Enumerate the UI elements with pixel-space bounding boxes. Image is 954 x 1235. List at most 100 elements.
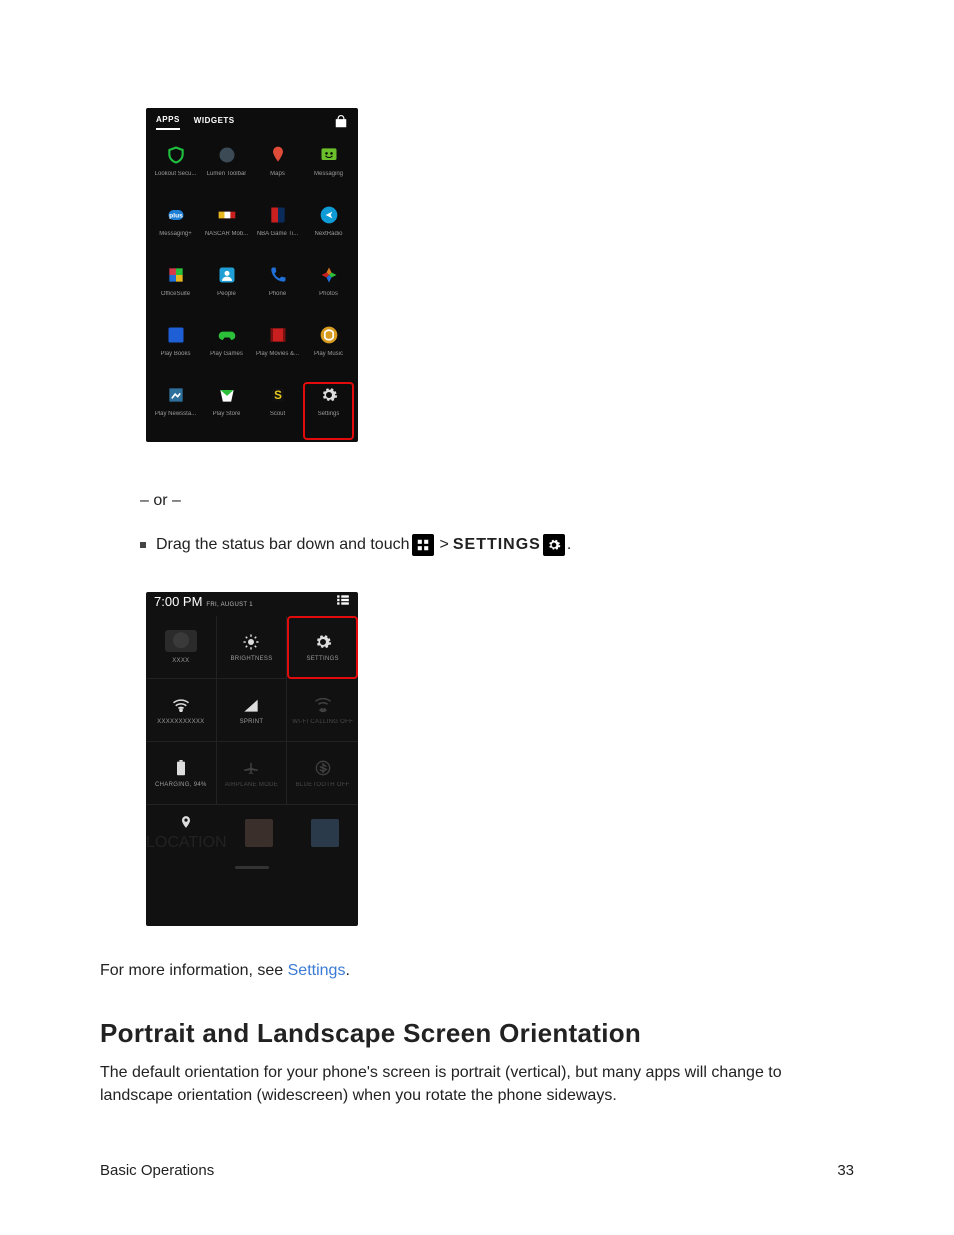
apps-screenshot: APPS WIDGETS Lookout Secu... Lumen Toolba… bbox=[146, 108, 358, 442]
settings-link[interactable]: Settings bbox=[288, 962, 346, 979]
smile-icon bbox=[316, 142, 342, 168]
qs-tile-wi-fi-calling-off[interactable]: WI-FI CALLING OFF bbox=[287, 679, 358, 742]
app-nba-game-ti[interactable]: NBA Game Ti... bbox=[252, 202, 303, 260]
qs-tile-brightness[interactable]: BRIGHTNESS bbox=[217, 616, 288, 679]
app-label: Play Store bbox=[213, 411, 241, 417]
app-lumen-toolbar[interactable]: Lumen Toolbar bbox=[201, 142, 252, 200]
app-label: People bbox=[217, 291, 236, 297]
app-play-newssta[interactable]: Play Newssta... bbox=[150, 382, 201, 440]
qs-label: LOCATION bbox=[146, 834, 227, 852]
qs-tile-charging-94[interactable]: CHARGING, 94% bbox=[146, 742, 217, 805]
app-play-books[interactable]: Play Books bbox=[150, 322, 201, 380]
qs-label: BRIGHTNESS bbox=[230, 656, 272, 662]
qs-label: SPRINT bbox=[240, 719, 264, 725]
qs-label: XXXX bbox=[172, 658, 189, 664]
section-heading: Portrait and Landscape Screen Orientatio… bbox=[100, 1018, 854, 1049]
app-messaging[interactable]: Messaging bbox=[303, 142, 354, 200]
office-icon bbox=[163, 262, 189, 288]
app-play-music[interactable]: Play Music bbox=[303, 322, 354, 380]
app-play-games[interactable]: Play Games bbox=[201, 322, 252, 380]
quick-settings-icon bbox=[412, 534, 434, 556]
app-label: NextRadio bbox=[314, 231, 342, 237]
app-photos[interactable]: Photos bbox=[303, 262, 354, 320]
globe-icon bbox=[214, 142, 240, 168]
app-messaging[interactable]: plus Messaging+ bbox=[150, 202, 201, 260]
instruction-line: Drag the status bar down and touch > SET… bbox=[140, 534, 854, 556]
photos-icon bbox=[316, 262, 342, 288]
app-phone[interactable]: Phone bbox=[252, 262, 303, 320]
app-label: Play Music bbox=[314, 351, 343, 357]
qs-tile-xxxx[interactable]: XXXX bbox=[146, 616, 217, 679]
app-label: Messaging+ bbox=[159, 231, 192, 237]
games-icon bbox=[214, 322, 240, 348]
tab-apps[interactable]: APPS bbox=[156, 115, 180, 130]
qs-tile-airplane-mode[interactable]: AIRPLANE MODE bbox=[217, 742, 288, 805]
location-icon bbox=[179, 814, 193, 830]
qs-label: CHARGING, 94% bbox=[155, 782, 207, 788]
qs-label: SETTINGS bbox=[306, 656, 338, 662]
app-label: Maps bbox=[270, 171, 285, 177]
store-icon bbox=[214, 382, 240, 408]
app-settings[interactable]: Settings bbox=[303, 382, 354, 440]
apps-header: APPS WIDGETS bbox=[146, 108, 358, 136]
info-line: For more information, see Settings. bbox=[100, 962, 854, 980]
books-icon bbox=[163, 322, 189, 348]
qs-tile-xxxxxxxxxxx[interactable]: XXXXXXXXXXX bbox=[146, 679, 217, 742]
app-nascar-mob[interactable]: NASCAR Mob... bbox=[201, 202, 252, 260]
app-label: Play Newssta... bbox=[155, 411, 196, 417]
notif-thumbnail bbox=[227, 805, 293, 860]
avatar bbox=[165, 630, 197, 652]
music-icon bbox=[316, 322, 342, 348]
svg-text:plus: plus bbox=[169, 213, 183, 220]
app-scout[interactable]: S Scout bbox=[252, 382, 303, 440]
drag-handle[interactable] bbox=[146, 860, 358, 874]
notif-date: FRI, AUGUST 1 bbox=[206, 602, 252, 608]
people-icon bbox=[214, 262, 240, 288]
app-people[interactable]: People bbox=[201, 262, 252, 320]
app-label: Lumen Toolbar bbox=[207, 171, 247, 177]
qs-tile-location[interactable]: LOCATION bbox=[146, 805, 227, 860]
app-play-store[interactable]: Play Store bbox=[201, 382, 252, 440]
app-label: NASCAR Mob... bbox=[205, 231, 248, 237]
tab-widgets[interactable]: WIDGETS bbox=[194, 116, 235, 129]
news-icon bbox=[163, 382, 189, 408]
app-maps[interactable]: Maps bbox=[252, 142, 303, 200]
app-label: Lookout Secu... bbox=[155, 171, 197, 177]
plus-icon: plus bbox=[163, 202, 189, 228]
bullet-icon bbox=[140, 542, 146, 548]
app-label: Play Movies &... bbox=[256, 351, 299, 357]
app-label: Phone bbox=[269, 291, 286, 297]
airplane-icon bbox=[241, 758, 261, 778]
qs-label: XXXXXXXXXXX bbox=[157, 719, 204, 725]
qs-label: WI-FI CALLING OFF bbox=[292, 719, 353, 725]
list-icon[interactable] bbox=[336, 594, 350, 606]
nba-icon bbox=[265, 202, 291, 228]
shop-icon[interactable] bbox=[334, 115, 348, 129]
app-play-movies[interactable]: Play Movies &... bbox=[252, 322, 303, 380]
app-label: Settings bbox=[318, 411, 340, 417]
settings-word: SETTINGS bbox=[453, 536, 541, 554]
app-label: NBA Game Ti... bbox=[257, 231, 298, 237]
svg-text:S: S bbox=[274, 389, 282, 402]
app-nextradio[interactable]: NextRadio bbox=[303, 202, 354, 260]
gear-icon bbox=[316, 382, 342, 408]
nascar-icon bbox=[214, 202, 240, 228]
footer-left: Basic Operations bbox=[100, 1162, 214, 1179]
brightness-icon bbox=[241, 632, 261, 652]
app-label: Scout bbox=[270, 411, 285, 417]
scout-icon: S bbox=[265, 382, 291, 408]
qs-tile-settings[interactable]: SETTINGS bbox=[287, 616, 358, 679]
app-label: Messaging bbox=[314, 171, 343, 177]
app-officesuite[interactable]: OfficeSuite bbox=[150, 262, 201, 320]
notification-screenshot: 7:00 PM FRI, AUGUST 1 XXXX BRIGHTNESS SETT… bbox=[146, 592, 358, 926]
notif-time: 7:00 PM bbox=[154, 594, 202, 609]
page-footer: Basic Operations 33 bbox=[100, 1162, 854, 1179]
qs-tile-bluetooth-off[interactable]: BLUETOOTH OFF bbox=[287, 742, 358, 805]
app-lookout-secu[interactable]: Lookout Secu... bbox=[150, 142, 201, 200]
movies-icon bbox=[265, 322, 291, 348]
qs-tile-sprint[interactable]: SPRINT bbox=[217, 679, 288, 742]
instruction-suffix: . bbox=[567, 536, 571, 554]
wifi-icon bbox=[171, 695, 191, 715]
footer-page-number: 33 bbox=[837, 1162, 854, 1179]
chevron-right: > bbox=[440, 536, 449, 554]
